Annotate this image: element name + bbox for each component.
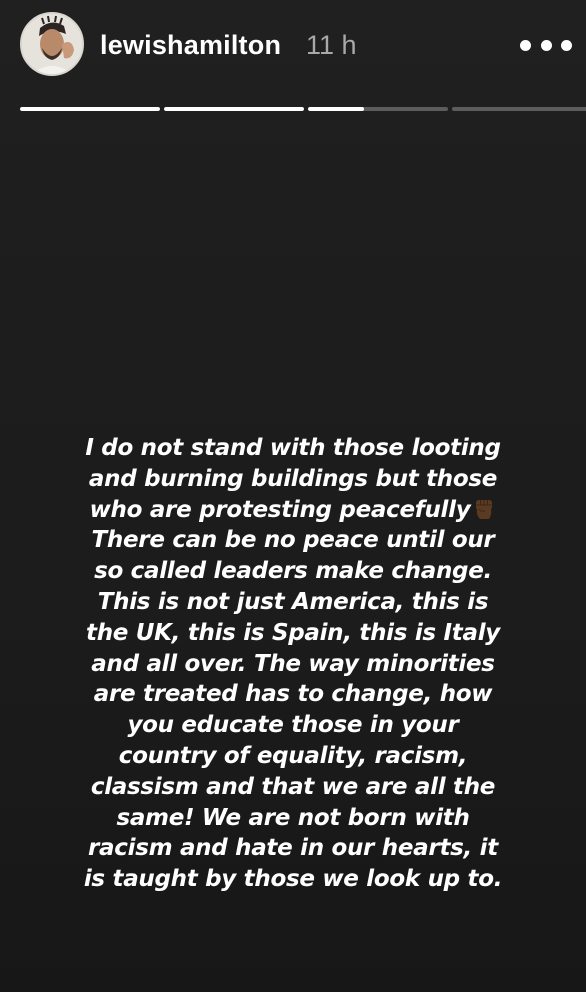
story-line: country of equality, racism, [118,742,468,769]
progress-segment[interactable] [164,107,304,111]
story-line: the UK, this is Spain, this is Italy [86,619,500,646]
progress-segment[interactable] [308,107,448,111]
story-viewer[interactable]: lewishamilton 11 h I do not stand with t… [0,0,586,992]
story-line-text: who are protesting peacefully [89,496,471,523]
avatar-photo [22,14,82,74]
progress-fill [308,107,364,111]
more-horizontal-icon [520,39,531,51]
raised-fist-dark-skin-tone-icon [476,499,493,519]
story-line: There can be no peace until our [91,527,495,554]
story-line: is taught by those we look up to. [83,866,503,893]
progress-segment[interactable] [20,107,160,111]
story-line: classism and that we are all the [90,773,496,800]
username[interactable]: lewishamilton [100,28,281,62]
story-line: you educate those in your [127,712,459,739]
story-line: racism and hate in our hearts, it [88,835,498,862]
more-horizontal-icon [540,39,552,51]
story-line: so called leaders make change. [94,558,492,585]
story-text: I do not stand with those looting and bu… [30,433,556,895]
story-progress-bars [20,107,586,111]
more-horizontal-icon [561,39,572,51]
story-line: This is not just America, this is [97,588,489,615]
story-header: lewishamilton 11 h [0,0,586,100]
progress-fill [164,107,304,111]
progress-segment[interactable] [452,107,586,111]
progress-fill [20,107,160,111]
story-line: I do not stand with those looting [85,435,501,461]
story-line: and burning buildings but those [88,465,498,492]
story-line: and all over. The way minorities [91,650,495,677]
story-line: are treated has to change, how [93,681,493,708]
more-options-button[interactable] [520,28,572,62]
story-line: same! We are not born with [116,804,470,831]
story-line: who are protesting peacefully [30,495,556,526]
post-timestamp: 11 h [306,30,357,60]
profile-avatar[interactable] [20,12,84,76]
